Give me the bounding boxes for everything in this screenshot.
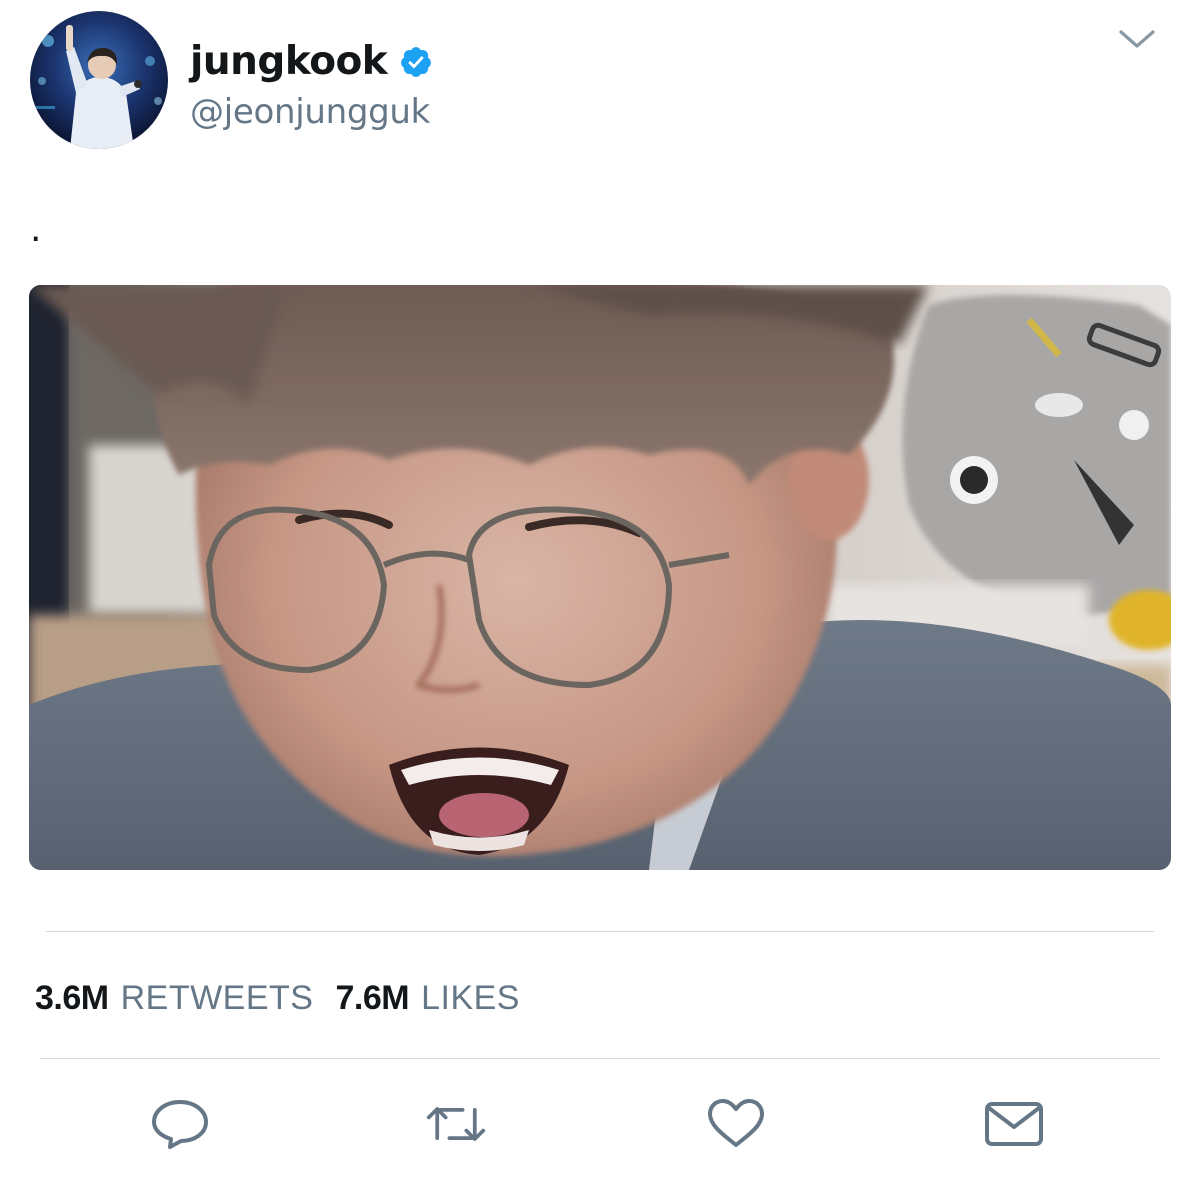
stats-divider-bottom <box>40 1058 1160 1059</box>
avatar[interactable] <box>30 11 168 149</box>
stats-divider-top <box>46 931 1154 932</box>
retweets-count: 3.6M <box>35 979 109 1017</box>
retweets-label: RETWEETS <box>120 979 314 1017</box>
retweets-stat[interactable]: 3.6M RETWEETS <box>35 976 314 1020</box>
like-button[interactable] <box>705 1096 767 1152</box>
retweet-button[interactable] <box>425 1096 487 1152</box>
reply-button[interactable] <box>149 1096 211 1152</box>
direct-message-button[interactable] <box>983 1096 1045 1152</box>
chevron-down-icon <box>1119 30 1155 48</box>
likes-label: LIKES <box>421 979 520 1017</box>
likes-count: 7.6M <box>335 979 410 1017</box>
user-handle[interactable]: @jeonjungguk <box>190 90 430 134</box>
reply-icon <box>152 1100 208 1149</box>
retweet-icon <box>426 1107 486 1141</box>
selfie-photo <box>29 285 1171 870</box>
verified-badge-icon <box>401 47 432 77</box>
heart-icon <box>708 1099 764 1147</box>
display-name[interactable]: jungkook <box>190 36 433 88</box>
envelope-icon <box>985 1102 1043 1146</box>
more-options-button[interactable] <box>1112 22 1162 56</box>
tweet-media-photo[interactable] <box>29 285 1171 870</box>
likes-stat[interactable]: 7.6M LIKES <box>336 976 520 1020</box>
display-name-text[interactable]: jungkook <box>190 36 388 88</box>
avatar-image <box>30 11 168 149</box>
tweet-stats: 3.6M RETWEETS 7.6M LIKES <box>35 976 520 1020</box>
tweet-text: . <box>30 209 42 250</box>
